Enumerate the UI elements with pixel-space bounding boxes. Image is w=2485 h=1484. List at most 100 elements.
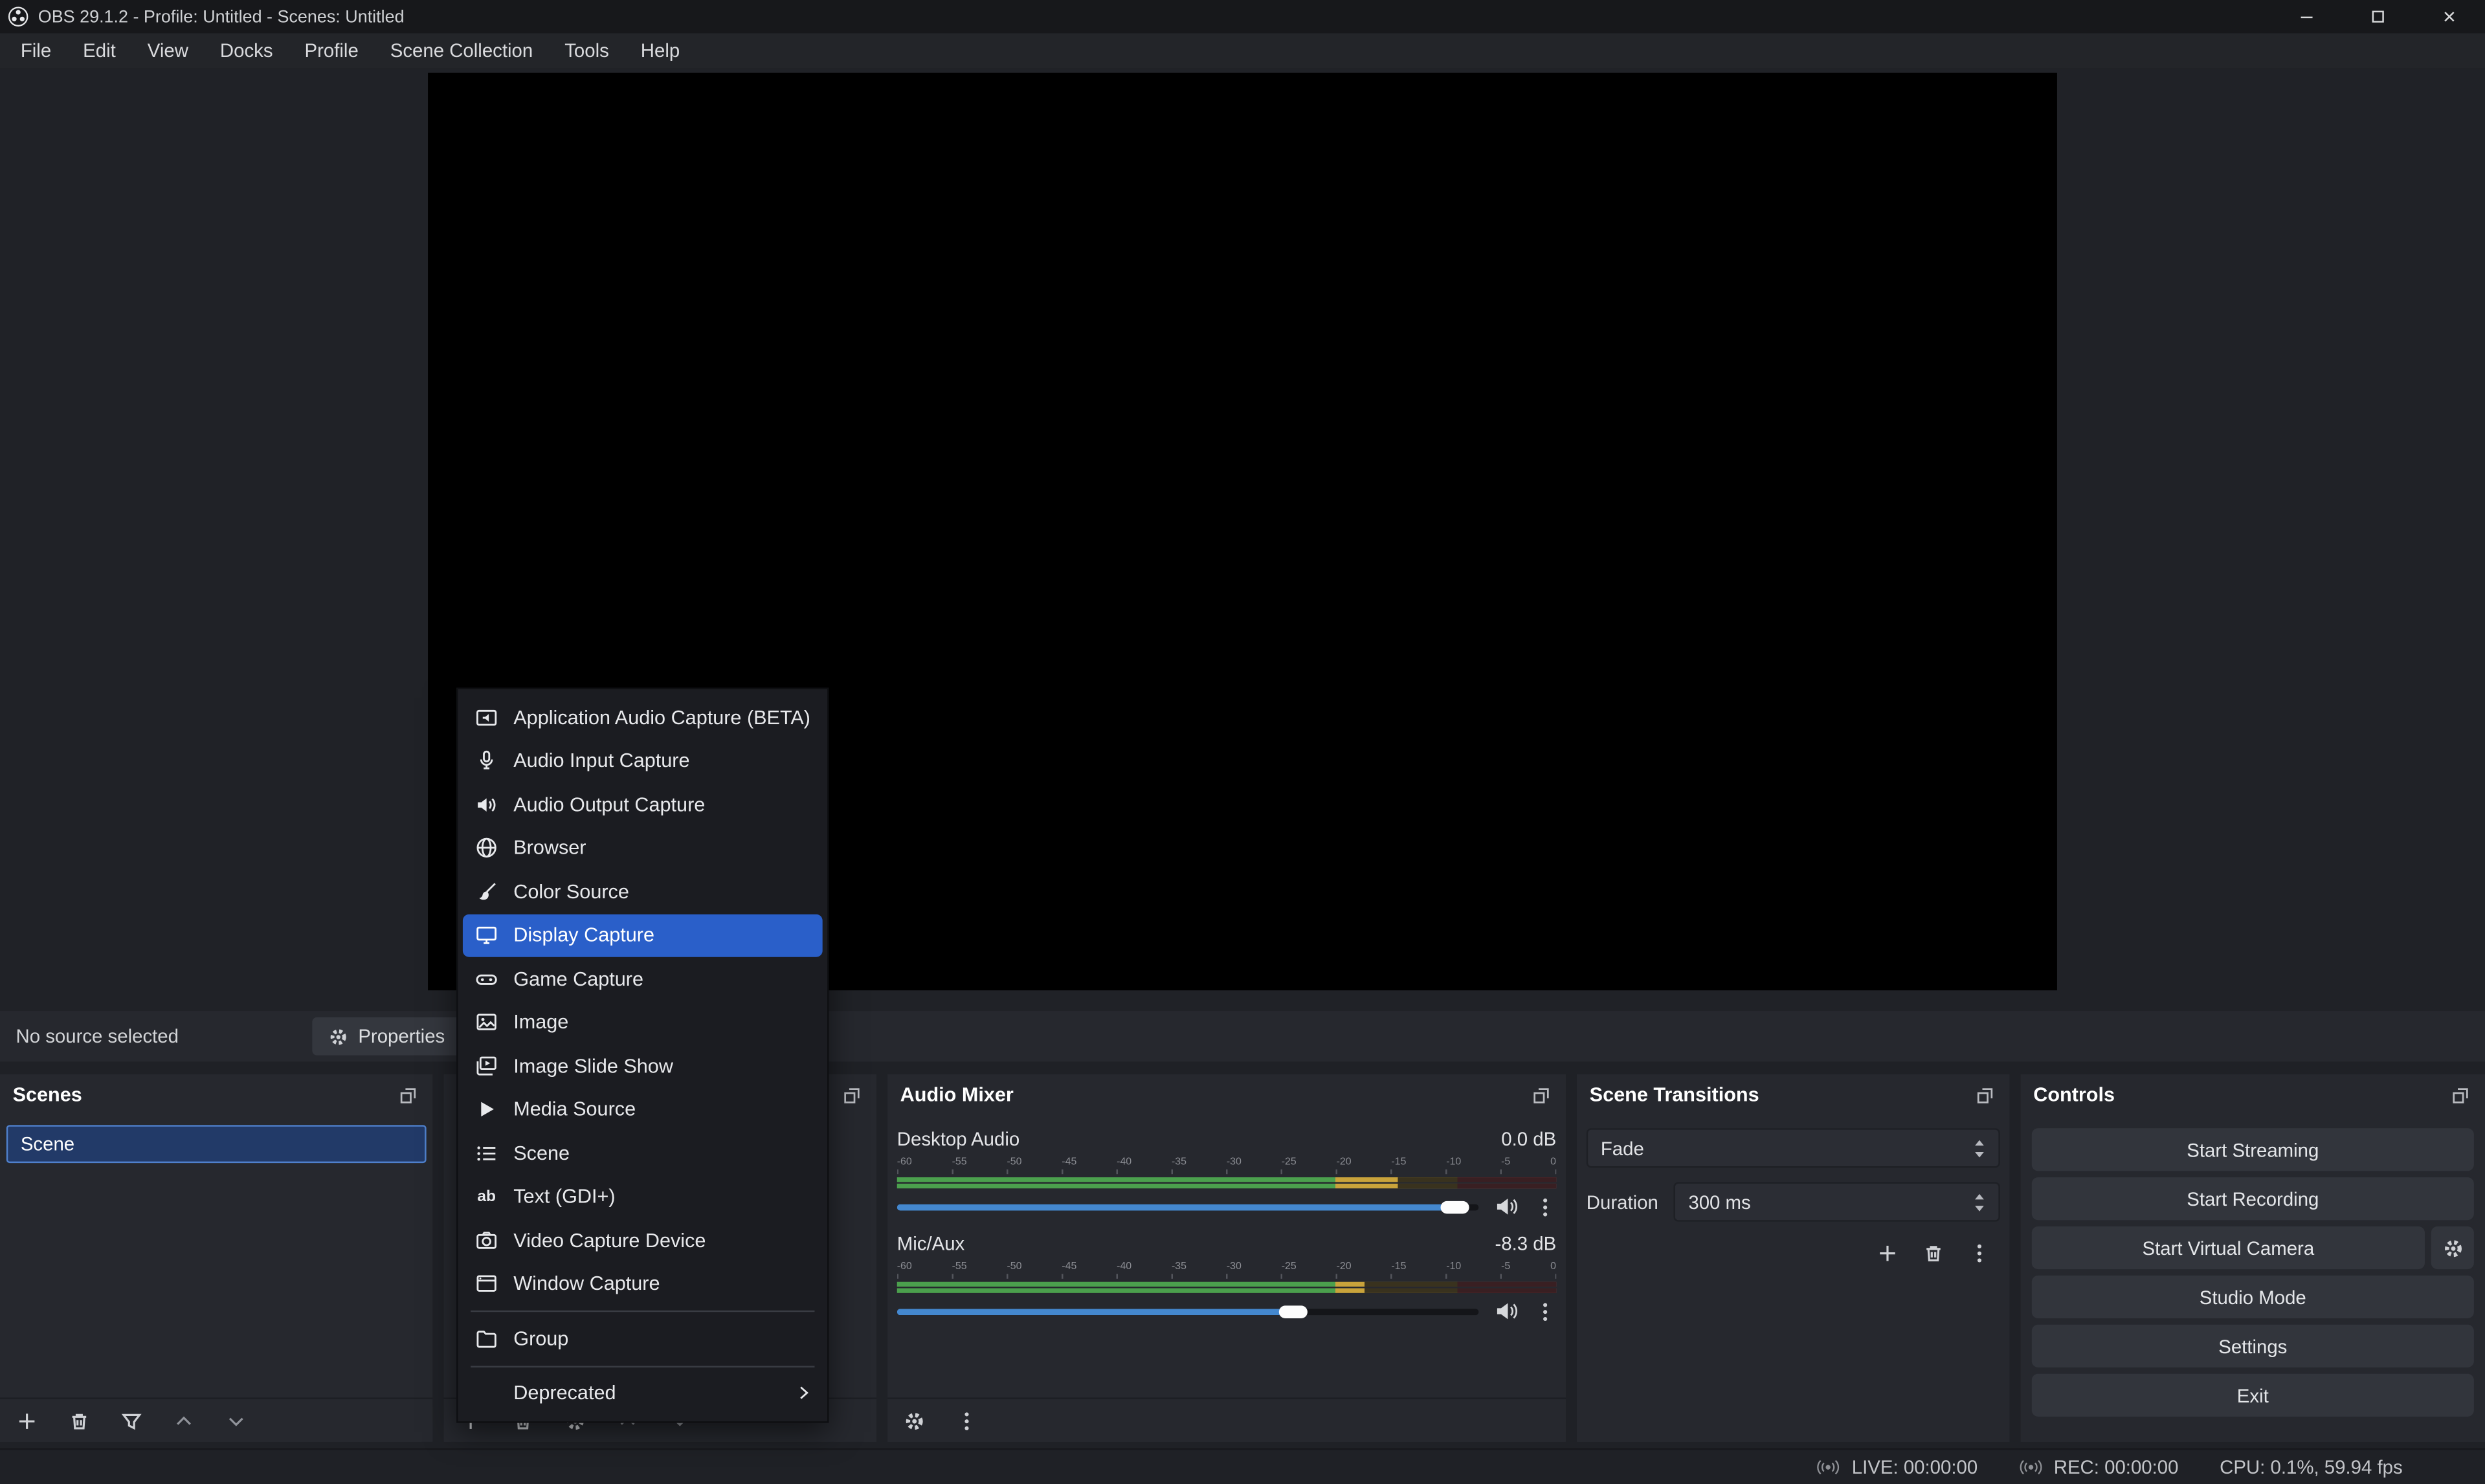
speaker-icon [474, 792, 499, 817]
menu-help[interactable]: Help [625, 35, 695, 67]
audio-mixer-dock: Audio Mixer Desktop Audio 0.0 dB -60-55-… [887, 1074, 1566, 1442]
mute-button[interactable] [1495, 1300, 1519, 1323]
close-button[interactable] [2414, 0, 2485, 33]
spinbox-arrows-icon[interactable] [1973, 1191, 1986, 1213]
studio-mode-button[interactable]: Studio Mode [2032, 1276, 2474, 1318]
volume-slider[interactable] [897, 1300, 1479, 1322]
controls-dock: Controls Start Streaming Start Recording… [2021, 1074, 2485, 1442]
menu-edit[interactable]: Edit [67, 35, 132, 67]
menu-item-browser[interactable]: Browser [463, 826, 823, 870]
gear-icon [328, 1026, 349, 1047]
popout-icon[interactable] [396, 1083, 420, 1107]
combo-arrows-icon[interactable] [1973, 1137, 1986, 1159]
meter-ticks [897, 1274, 1557, 1278]
menu-item-text-gdi[interactable]: ab Text (GDI+) [463, 1175, 823, 1218]
scene-transitions-title: Scene Transitions [1590, 1084, 1759, 1106]
menu-item-display-capture[interactable]: Display Capture [463, 913, 823, 957]
statusbar: LIVE: 00:00:00 REC: 00:00:00 CPU: 0.1%, … [0, 1448, 2485, 1484]
camera-icon [474, 1228, 499, 1253]
cpu-fps-stats: CPU: 0.1%, 59.94 fps [2220, 1456, 2403, 1478]
menu-item-audio-output-capture[interactable]: Audio Output Capture [463, 782, 823, 826]
menu-profile[interactable]: Profile [289, 35, 374, 67]
scene-filters-button[interactable] [120, 1410, 142, 1432]
popout-icon[interactable] [1530, 1083, 1554, 1107]
source-toolbar: No source selected Properties [0, 1011, 2485, 1061]
settings-button[interactable]: Settings [2032, 1325, 2474, 1368]
gamepad-icon [474, 966, 499, 991]
menu-item-scene[interactable]: Scene [463, 1131, 823, 1175]
transition-menu-button[interactable] [1968, 1242, 1990, 1264]
menu-item-group[interactable]: Group [463, 1317, 823, 1360]
window-capture-icon [474, 1271, 499, 1296]
menu-scene-collection[interactable]: Scene Collection [374, 35, 548, 67]
menu-item-image-slide-show[interactable]: Image Slide Show [463, 1044, 823, 1087]
menu-item-audio-input-capture[interactable]: Audio Input Capture [463, 739, 823, 782]
exit-button[interactable]: Exit [2032, 1374, 2474, 1417]
audio-mixer-title: Audio Mixer [900, 1084, 1014, 1106]
minimize-button[interactable] [2271, 0, 2342, 33]
duration-spinbox[interactable]: 300 ms [1674, 1182, 2000, 1221]
transition-selected-value: Fade [1601, 1137, 1644, 1159]
menu-tools[interactable]: Tools [549, 35, 625, 67]
menubar: File Edit View Docks Profile Scene Colle… [0, 33, 2485, 68]
remove-transition-button[interactable] [1922, 1242, 1945, 1264]
virtual-camera-config-button[interactable] [2431, 1226, 2474, 1269]
channel-menu-button[interactable] [1534, 1300, 1556, 1322]
channel-menu-button[interactable] [1534, 1195, 1556, 1217]
move-scene-down-button[interactable] [225, 1410, 247, 1432]
empty-icon-spacer [474, 1380, 499, 1406]
scene-list-item[interactable]: Scene [6, 1125, 427, 1163]
menu-item-video-capture-device[interactable]: Video Capture Device [463, 1219, 823, 1262]
menu-item-game-capture[interactable]: Game Capture [463, 957, 823, 1001]
submenu-arrow-icon [799, 1385, 810, 1401]
scene-transitions-dock: Scene Transitions Fade Duration 300 ms [1577, 1074, 2009, 1442]
microphone-icon [474, 748, 499, 773]
start-virtual-camera-button[interactable]: Start Virtual Camera [2032, 1226, 2425, 1269]
add-source-menu: Application Audio Capture (BETA) Audio I… [456, 688, 829, 1423]
menu-view[interactable]: View [131, 35, 204, 67]
volume-meter-right [897, 1184, 1557, 1188]
add-transition-button[interactable] [1877, 1242, 1899, 1264]
channel-name: Mic/Aux [897, 1233, 965, 1255]
folder-icon [474, 1326, 499, 1351]
volume-slider-handle[interactable] [1441, 1201, 1469, 1213]
meter-ticks [897, 1169, 1557, 1174]
scenes-dock: Scenes Scene [0, 1074, 432, 1442]
channel-volume-db: 0.0 dB [1501, 1128, 1556, 1150]
remove-scene-button[interactable] [68, 1410, 90, 1432]
scene-list-icon [474, 1140, 499, 1166]
mixer-channel-mic-aux: Mic/Aux -8.3 dB -60-55-50-45-40-35-30-25… [897, 1233, 1557, 1323]
rec-time: REC: 00:00:00 [2054, 1456, 2179, 1478]
no-source-label: No source selected [16, 1025, 179, 1047]
menu-item-color-source[interactable]: Color Source [463, 870, 823, 913]
move-scene-up-button[interactable] [173, 1410, 195, 1432]
add-scene-button[interactable] [16, 1410, 38, 1432]
properties-button[interactable]: Properties [312, 1017, 460, 1056]
start-recording-button[interactable]: Start Recording [2032, 1177, 2474, 1220]
menu-separator [471, 1311, 814, 1312]
popout-icon[interactable] [1973, 1083, 1997, 1107]
menu-file[interactable]: File [5, 35, 67, 67]
menu-docks[interactable]: Docks [204, 35, 289, 67]
mute-button[interactable] [1495, 1195, 1519, 1219]
volume-slider-handle[interactable] [1278, 1305, 1307, 1318]
popout-icon[interactable] [2449, 1083, 2473, 1107]
mixer-menu-button[interactable] [955, 1410, 977, 1432]
scenes-title: Scenes [13, 1084, 82, 1106]
menu-item-image[interactable]: Image [463, 1001, 823, 1044]
menu-item-application-audio-capture[interactable]: Application Audio Capture (BETA) [463, 696, 823, 739]
maximize-button[interactable] [2343, 0, 2414, 33]
menu-item-window-capture[interactable]: Window Capture [463, 1262, 823, 1305]
menu-item-media-source[interactable]: Media Source [463, 1088, 823, 1131]
volume-meter-right [897, 1289, 1557, 1293]
scene-name: Scene [21, 1133, 74, 1155]
transition-select[interactable]: Fade [1587, 1128, 2000, 1168]
start-streaming-button[interactable]: Start Streaming [2032, 1128, 2474, 1171]
popout-icon[interactable] [840, 1083, 864, 1107]
app-audio-capture-icon [474, 705, 499, 730]
menu-item-deprecated[interactable]: Deprecated [463, 1371, 823, 1415]
advanced-audio-button[interactable] [904, 1410, 926, 1432]
volume-slider[interactable] [897, 1195, 1479, 1217]
titlebar: OBS 29.1.2 - Profile: Untitled - Scenes:… [0, 0, 2485, 33]
slideshow-icon [474, 1054, 499, 1079]
